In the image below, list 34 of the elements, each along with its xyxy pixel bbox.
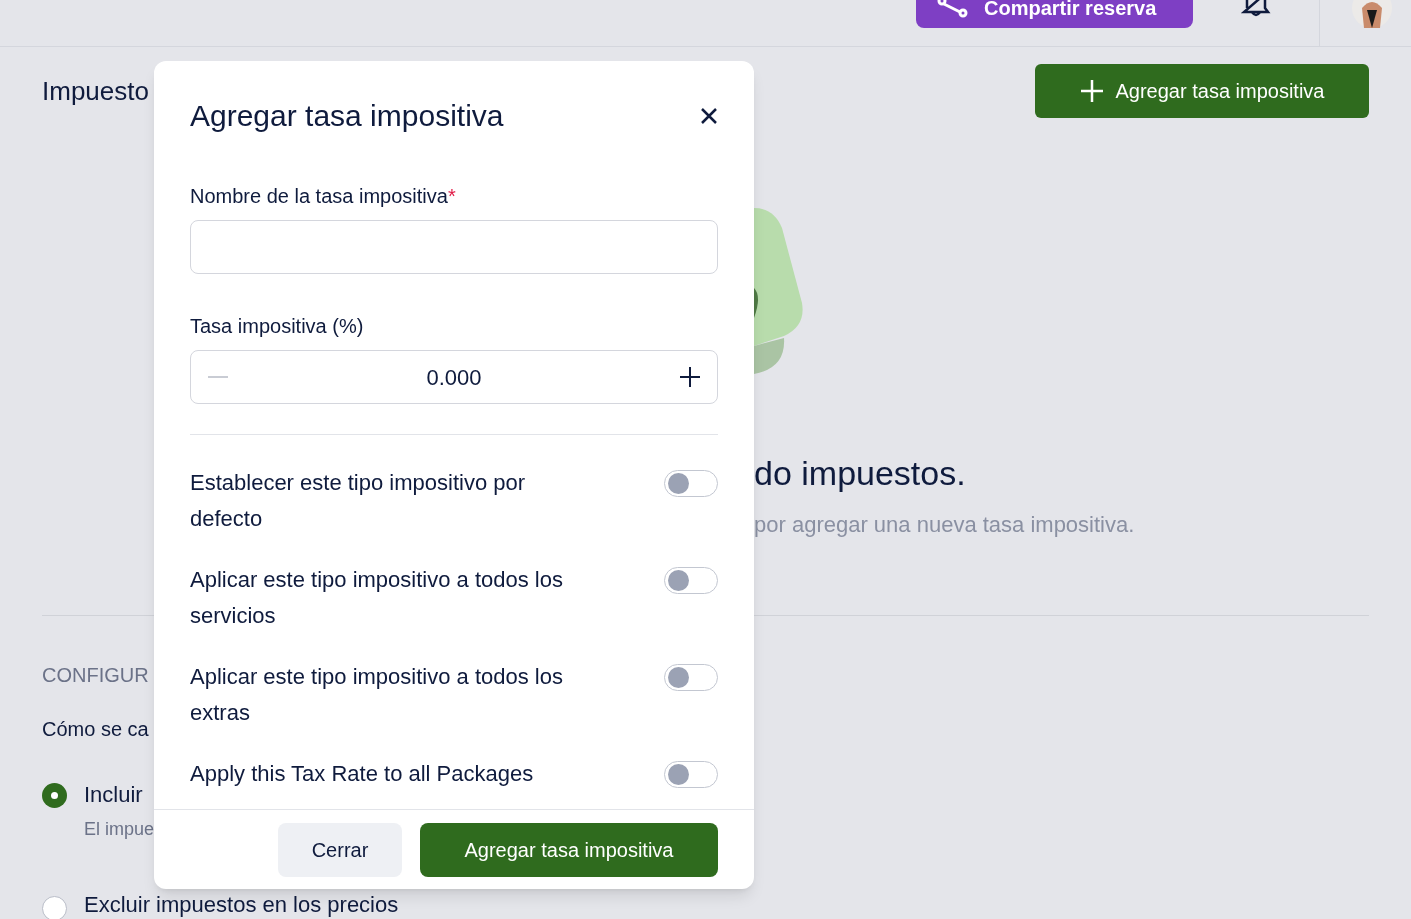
add-tax-rate-button[interactable]: Agregar tasa impositiva — [1035, 64, 1369, 118]
dialog-title: Agregar tasa impositiva — [190, 98, 504, 134]
option-description: El impue — [84, 818, 155, 841]
toggle-switch[interactable] — [664, 470, 718, 497]
toggle-label: Apply this Tax Rate to all Packages — [190, 760, 535, 788]
toggle-switch[interactable] — [664, 567, 718, 594]
field-label: Tasa impositiva (%) — [190, 314, 365, 339]
field-label: Nombre de la tasa impositiva* — [190, 184, 457, 209]
number-stepper[interactable]: 0.000 — [190, 350, 718, 404]
toggle-label: Establecer este tipo impositivo por defecto — [190, 469, 527, 533]
plus-icon — [1079, 79, 1104, 103]
toggle-label: Aplicar este tipo impositivo a todos los servicios — [190, 566, 564, 630]
bell-icon[interactable] — [1241, 0, 1271, 18]
rate-value: 0.000 — [425, 363, 483, 392]
toggle-switch[interactable] — [664, 761, 718, 788]
share-button[interactable]: Compartir reserva — [916, 0, 1193, 28]
option-label: Excluir impuestos en los precios — [84, 895, 399, 915]
radio-button[interactable] — [42, 896, 67, 919]
close-button[interactable]: Cerrar — [278, 822, 402, 877]
avatar[interactable] — [1352, 0, 1392, 28]
option-label: Incluir — [84, 782, 144, 808]
empty-state-text: por agregar una nueva tasa impositiva. — [754, 511, 1136, 539]
empty-state-heading: do impuestos. — [754, 453, 967, 493]
toggle-label: Aplicar este tipo impositivo a todos los extras — [190, 663, 564, 727]
toggle-switch[interactable] — [664, 664, 718, 691]
submit-button[interactable]: Agregar tasa impositiva — [420, 822, 718, 877]
close-icon[interactable] — [700, 106, 718, 125]
input-field[interactable] — [190, 220, 718, 274]
question-label: Cómo se ca — [42, 717, 149, 742]
share-icon — [936, 0, 968, 19]
section-title: CONFIGUR — [42, 663, 149, 688]
page-title: Impuesto — [42, 74, 149, 108]
plus-icon[interactable] — [679, 366, 701, 388]
radio-button[interactable] — [42, 783, 67, 808]
